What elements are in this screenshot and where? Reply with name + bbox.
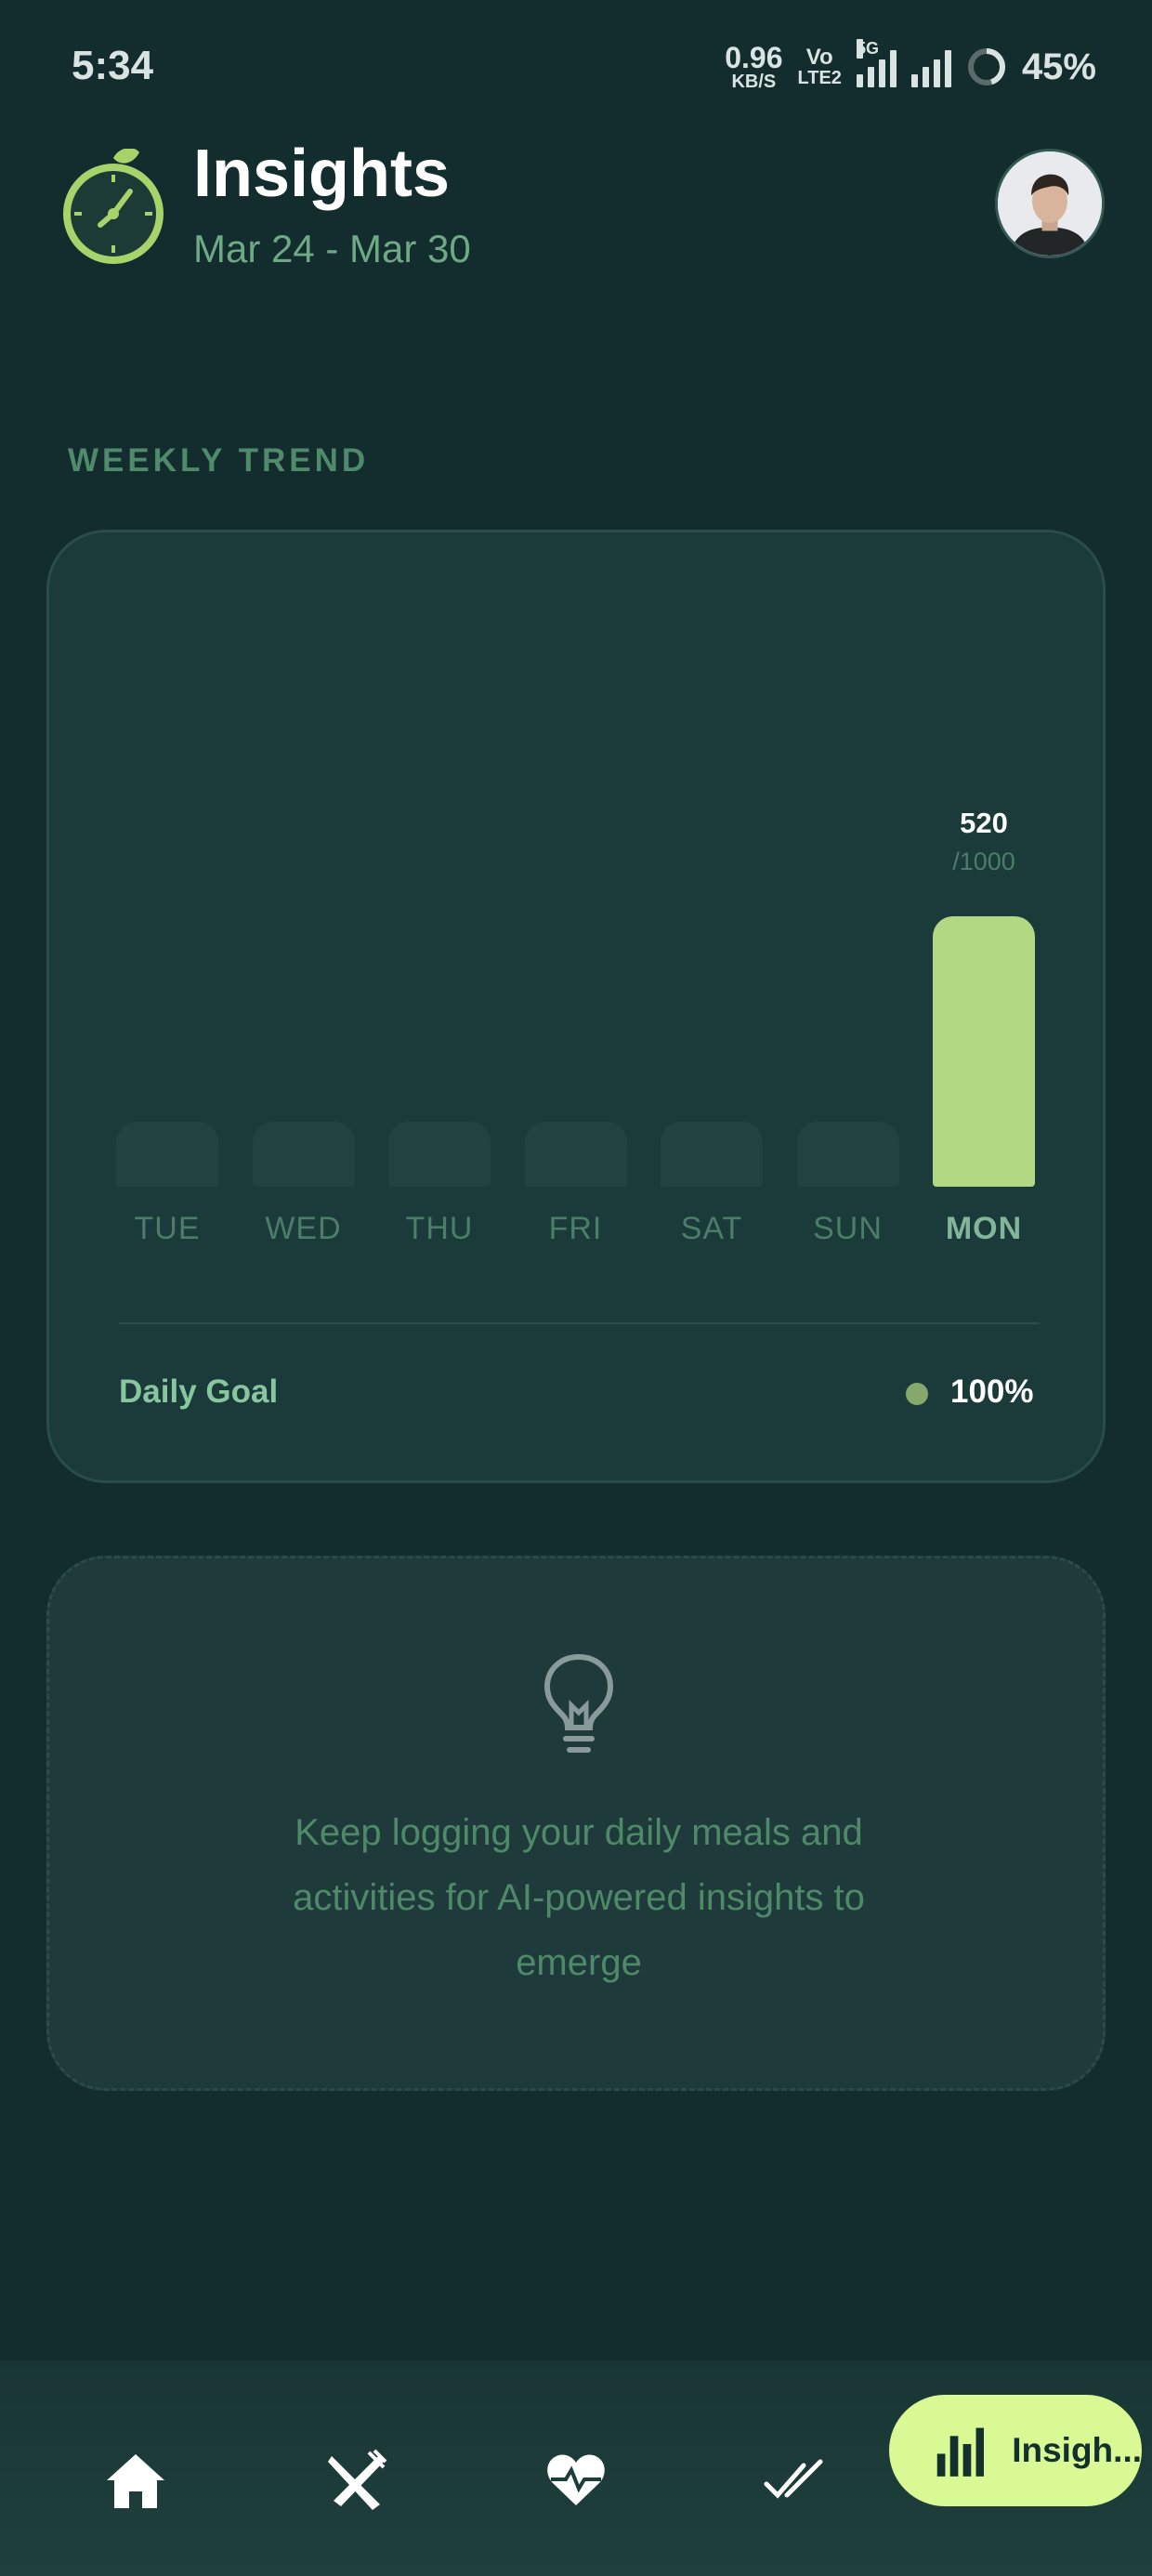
- page-title: Insights: [193, 137, 451, 211]
- network-speed: 0.96 KB/S: [725, 43, 782, 91]
- nav-item-meals[interactable]: [299, 2425, 411, 2537]
- volte-top: Vo: [805, 45, 833, 70]
- bar-chart-icon: [936, 2427, 985, 2477]
- bar-mon[interactable]: [933, 915, 1035, 1187]
- bar-sun[interactable]: [796, 1122, 899, 1187]
- signal-icon: [910, 46, 951, 87]
- double-check-icon: [764, 2459, 823, 2499]
- daily-goal-value: 100%: [950, 1373, 1034, 1410]
- bar-sat[interactable]: [661, 1122, 763, 1187]
- section-label-weekly-trend: WEEKLY TREND: [68, 442, 370, 479]
- signal-5g-icon: 5G: [856, 39, 897, 87]
- tip-text-line: Keep logging your daily meals and: [295, 1812, 863, 1853]
- divider: [119, 1322, 1039, 1324]
- day-label-thu: THU: [405, 1211, 474, 1246]
- status-bar: 5:34 0.96 KB/S Vo LTE2 5G 45%: [0, 0, 1152, 139]
- network-speed-value: 0.96: [725, 41, 783, 74]
- nav-item-health[interactable]: [520, 2425, 632, 2537]
- user-avatar-icon: [998, 151, 1102, 256]
- nav-insights-label: Insigh...: [1012, 2431, 1142, 2469]
- network-tag: 5G: [856, 39, 879, 59]
- bottom-nav: Insigh...: [0, 2360, 1152, 2576]
- weekly-bar-chart: TUE WED THU FRI SAT SUN MON 520/1000: [49, 532, 1108, 1276]
- avatar[interactable]: [995, 149, 1105, 258]
- network-speed-unit: KB/S: [731, 72, 777, 92]
- day-label-tue: TUE: [134, 1211, 201, 1246]
- volte-icon: Vo LTE2: [797, 45, 842, 88]
- utensils-icon: [328, 2449, 387, 2510]
- tip-text-line: activities for AI-powered insights to: [293, 1877, 865, 1918]
- bar-fri[interactable]: [524, 1122, 627, 1187]
- bar-tue[interactable]: [116, 1122, 218, 1187]
- bar-goal-label: /1000: [952, 847, 1015, 875]
- heart-pulse-icon: [547, 2454, 605, 2505]
- volte-bottom: LTE2: [797, 68, 842, 88]
- battery-ring-icon: [967, 48, 1005, 85]
- day-label-sun: SUN: [813, 1211, 883, 1246]
- legend-dot: [906, 1383, 928, 1405]
- tip-text: Keep logging your daily meals and activi…: [151, 1800, 1006, 1995]
- tip-text-line: emerge: [516, 1942, 642, 1983]
- day-label-fri: FRI: [548, 1211, 603, 1246]
- status-time: 5:34: [72, 43, 154, 88]
- home-icon: [107, 2454, 164, 2508]
- status-icons: 0.96 KB/S Vo LTE2 5G 45%: [725, 39, 1096, 95]
- nav-item-insights[interactable]: Insigh...: [889, 2395, 1142, 2506]
- stopwatch-leaf-icon: [63, 149, 164, 264]
- nav-item-habits[interactable]: [740, 2425, 851, 2537]
- bar-wed[interactable]: [252, 1122, 355, 1187]
- bar-value-label: 520: [960, 806, 1008, 839]
- day-label-mon: MON: [945, 1211, 1023, 1246]
- nav-item-home[interactable]: [80, 2425, 191, 2537]
- insight-tip-card: Keep logging your daily meals and activi…: [46, 1556, 1106, 2091]
- bar-thu[interactable]: [388, 1122, 491, 1187]
- lightbulb-icon: [543, 1653, 614, 1753]
- day-label-wed: WED: [265, 1211, 342, 1246]
- battery-percent: 45%: [1021, 46, 1096, 87]
- weekly-trend-card: TUE WED THU FRI SAT SUN MON 520/1000 Daily Goal…: [46, 530, 1106, 1483]
- day-label-sat: SAT: [680, 1211, 743, 1246]
- date-range[interactable]: Mar 24 - Mar 30: [193, 227, 471, 271]
- daily-goal-label: Daily Goal: [119, 1373, 279, 1410]
